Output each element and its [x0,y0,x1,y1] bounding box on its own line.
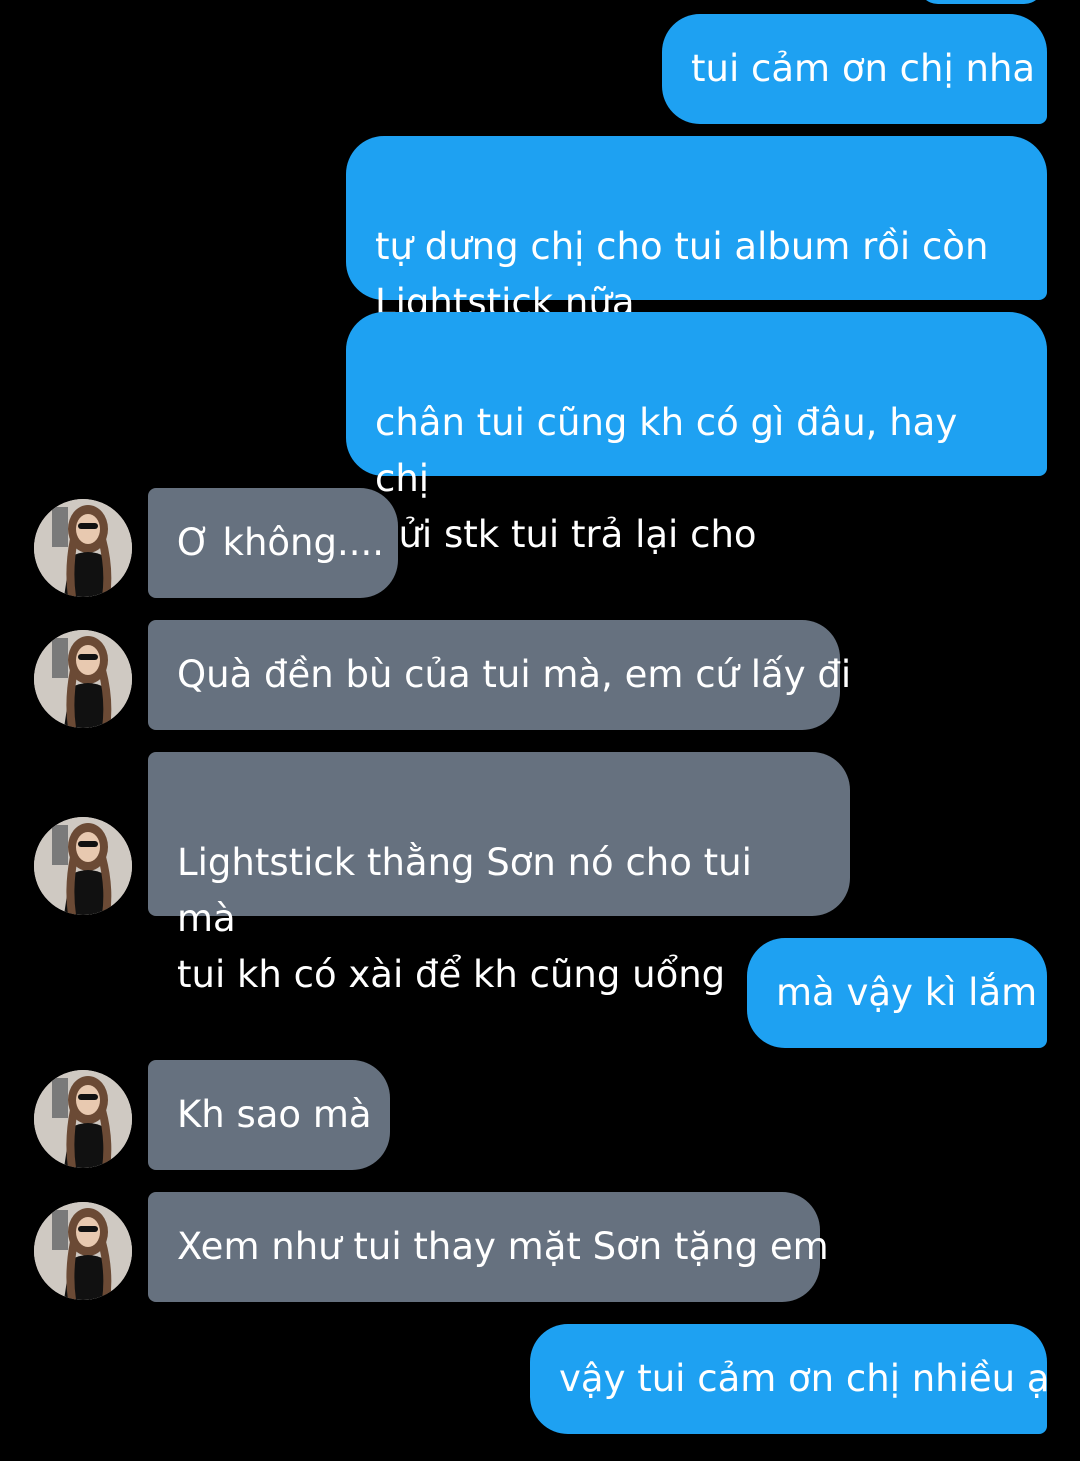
message-text: chân tui cũng kh có gì đâu, hay chị gửi … [375,401,958,556]
message-text: Xem như tui thay mặt Sơn tặng em [177,1225,829,1268]
contact-avatar-icon[interactable] [34,817,132,915]
message-text: Lightstick thằng Sơn nó cho tui mà tui k… [177,841,752,996]
message-text: mà vậy kì lắm [776,971,1038,1014]
message-text: Ơ không.... [177,521,385,564]
message-outgoing[interactable]: chân tui cũng kh có gì đâu, hay chị gửi … [346,312,1047,556]
message-outgoing[interactable]: vậy tui cảm ơn chị nhiều ạ [530,1324,1050,1434]
contact-avatar-icon[interactable] [34,1202,132,1300]
message-text: tui cảm ơn chị nha [691,47,1036,90]
contact-avatar-icon[interactable] [34,1070,132,1168]
contact-avatar-icon[interactable] [34,499,132,597]
message-incoming[interactable]: Quà đền bù của tui mà, em cứ lấy đi [148,620,851,730]
message-text: Kh sao mà [177,1093,372,1136]
message-incoming[interactable]: Xem như tui thay mặt Sơn tặng em [148,1192,829,1302]
previous-message-bubble-edge [918,0,1044,4]
message-text: vậy tui cảm ơn chị nhiều ạ [559,1357,1050,1400]
contact-avatar-icon[interactable] [34,630,132,728]
message-incoming[interactable]: Ơ không.... [148,488,398,598]
message-outgoing[interactable]: mà vậy kì lắm [747,938,1047,1048]
message-text: Quà đền bù của tui mà, em cứ lấy đi [177,653,852,696]
message-outgoing[interactable]: tui cảm ơn chị nha [662,14,1047,124]
message-text: tự dưng chị cho tui album rồi còn Lights… [375,225,989,324]
message-incoming[interactable]: Kh sao mà [148,1060,390,1170]
message-outgoing[interactable]: tự dưng chị cho tui album rồi còn Lights… [346,136,1047,324]
message-incoming[interactable]: Lightstick thằng Sơn nó cho tui mà tui k… [148,752,850,996]
